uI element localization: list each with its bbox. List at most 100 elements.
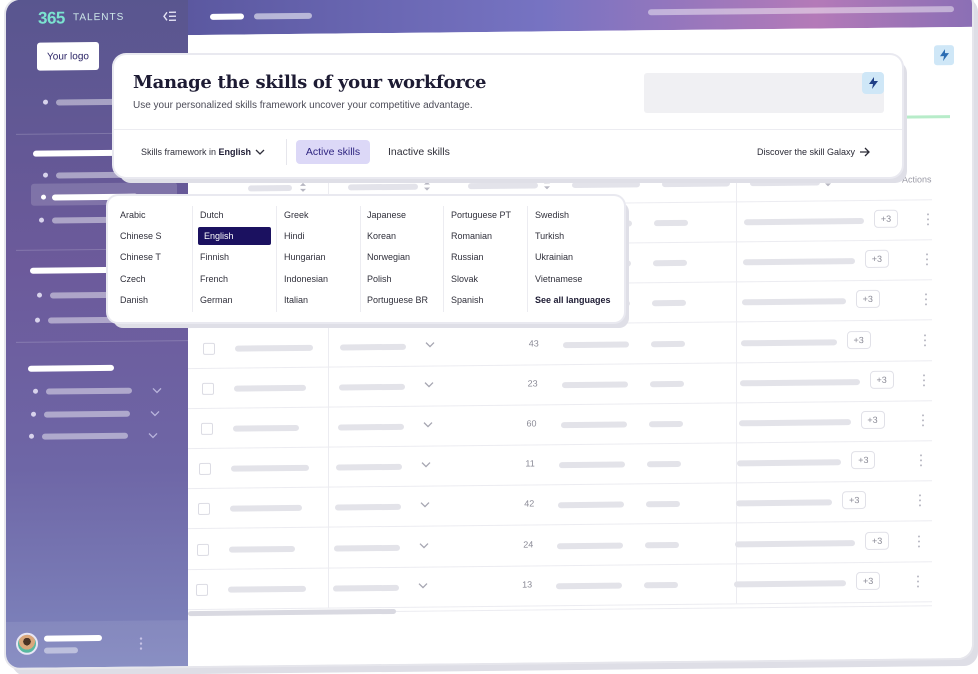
row-checkbox[interactable] [198, 503, 211, 516]
more-tags-badge[interactable]: +3 [860, 410, 885, 430]
language-option[interactable]: English [198, 227, 271, 245]
tab-active-skills[interactable]: Active skills [296, 140, 370, 164]
sidebar-item-8[interactable] [44, 410, 130, 418]
column-header-tags[interactable] [750, 179, 820, 187]
language-option[interactable]: Romanian [451, 231, 492, 241]
more-tags-badge[interactable]: +3 [851, 451, 876, 470]
more-tags-badge[interactable]: +3 [874, 209, 898, 228]
language-option[interactable]: Spanish [451, 295, 484, 305]
language-option[interactable]: Hindi [284, 231, 305, 241]
more-tags-badge[interactable]: +3 [856, 571, 881, 590]
sidebar-item-9[interactable] [42, 432, 128, 440]
language-option[interactable]: Portuguese BR [367, 295, 428, 305]
chevron-down-icon[interactable] [150, 409, 160, 417]
language-option[interactable]: French [200, 274, 228, 284]
language-option[interactable]: Ukrainian [535, 252, 573, 262]
language-option[interactable]: Hungarian [284, 252, 326, 262]
skill-category[interactable] [335, 504, 402, 511]
language-option[interactable]: Arabic [120, 210, 146, 220]
sort-icon[interactable] [544, 180, 550, 190]
chevron-down-icon[interactable] [423, 421, 433, 429]
more-tags-badge[interactable]: +3 [846, 330, 871, 349]
chevron-down-icon[interactable] [420, 501, 430, 509]
language-option[interactable]: German [200, 295, 233, 305]
row-checkbox[interactable] [201, 382, 214, 395]
more-vertical-icon[interactable] [918, 494, 922, 508]
language-option[interactable]: Italian [284, 295, 308, 305]
chevron-down-icon[interactable] [148, 431, 158, 439]
skill-category[interactable] [339, 343, 406, 351]
language-option[interactable]: Chinese T [120, 252, 161, 262]
skill-category[interactable] [338, 383, 405, 391]
language-option[interactable]: Norwegian [367, 252, 410, 262]
chevron-down-icon[interactable] [424, 380, 434, 388]
language-option[interactable]: Dutch [200, 210, 224, 220]
avatar[interactable] [16, 632, 38, 655]
more-vertical-icon[interactable] [919, 454, 923, 468]
language-option[interactable]: Swedish [535, 210, 569, 220]
chevron-down-icon[interactable] [425, 340, 435, 348]
language-option[interactable]: Portuguese PT [451, 210, 511, 220]
language-option[interactable]: Polish [367, 274, 392, 284]
row-checkbox[interactable] [199, 463, 212, 476]
column-header-category[interactable] [348, 183, 418, 191]
horizontal-scrollbar[interactable] [188, 608, 396, 617]
more-tags-badge[interactable]: +3 [842, 491, 867, 510]
chevron-down-icon[interactable] [152, 386, 162, 394]
more-tags-badge[interactable]: +3 [855, 290, 880, 309]
more-tags-badge[interactable]: +3 [864, 249, 889, 269]
column-header-count[interactable] [468, 182, 538, 190]
language-option[interactable]: Slovak [451, 274, 478, 284]
more-vertical-icon[interactable] [923, 333, 927, 347]
row-checkbox[interactable] [202, 342, 215, 355]
row-checkbox[interactable] [196, 583, 209, 596]
more-vertical-icon[interactable] [916, 574, 920, 588]
language-option[interactable]: Czech [120, 274, 146, 284]
skill-category[interactable] [334, 544, 401, 552]
sort-icon[interactable] [424, 181, 430, 191]
table-row[interactable]: 13 +3 [188, 562, 932, 610]
row-checkbox[interactable] [197, 543, 210, 556]
framework-language-select[interactable]: Skills framework in English [141, 147, 251, 157]
chevron-down-icon[interactable] [418, 581, 428, 589]
skill-category[interactable] [337, 423, 404, 431]
column-header-skill[interactable] [248, 185, 292, 192]
more-vertical-icon[interactable] [924, 293, 928, 307]
more-vertical-icon[interactable] [139, 637, 143, 651]
more-tags-badge[interactable]: +3 [865, 531, 890, 550]
language-option[interactable]: Japanese [367, 210, 406, 220]
language-option[interactable]: Russian [451, 252, 484, 262]
skill-category[interactable] [333, 584, 400, 592]
sort-icon[interactable] [300, 182, 306, 192]
row-checkbox[interactable] [200, 422, 213, 435]
column-header-type[interactable] [662, 180, 730, 188]
language-option[interactable]: Greek [284, 210, 309, 220]
lightning-bolt-icon[interactable] [934, 45, 954, 66]
collapse-sidebar-icon[interactable] [163, 10, 177, 22]
language-option[interactable]: Turkish [535, 231, 564, 241]
language-option[interactable]: Indonesian [284, 274, 328, 284]
language-option[interactable]: Vietnamese [535, 274, 582, 284]
arrow-right-icon[interactable] [859, 147, 871, 157]
more-vertical-icon[interactable] [925, 253, 929, 267]
lightning-bolt-icon[interactable] [862, 72, 884, 94]
chevron-down-icon[interactable] [421, 461, 431, 469]
sidebar-item-7[interactable] [46, 387, 132, 395]
column-header-level[interactable] [572, 181, 640, 189]
see-all-languages-link[interactable]: See all languages [535, 295, 611, 305]
skill-galaxy-link[interactable]: Discover the skill Galaxy [757, 147, 855, 157]
language-option[interactable]: Korean [367, 231, 396, 241]
more-vertical-icon[interactable] [921, 413, 925, 427]
top-search-bar[interactable] [648, 6, 954, 16]
top-nav-item[interactable] [254, 12, 312, 20]
skill-category[interactable] [336, 464, 403, 471]
sort-icon[interactable] [825, 177, 831, 187]
chevron-down-icon[interactable] [419, 541, 429, 549]
tab-inactive-skills[interactable]: Inactive skills [388, 146, 450, 158]
sidebar-item-4[interactable] [52, 216, 112, 224]
more-tags-badge[interactable]: +3 [869, 370, 894, 389]
language-option[interactable]: Chinese S [120, 231, 162, 241]
chevron-down-icon[interactable] [255, 149, 265, 156]
more-vertical-icon[interactable] [917, 534, 921, 548]
more-vertical-icon[interactable] [922, 373, 926, 387]
